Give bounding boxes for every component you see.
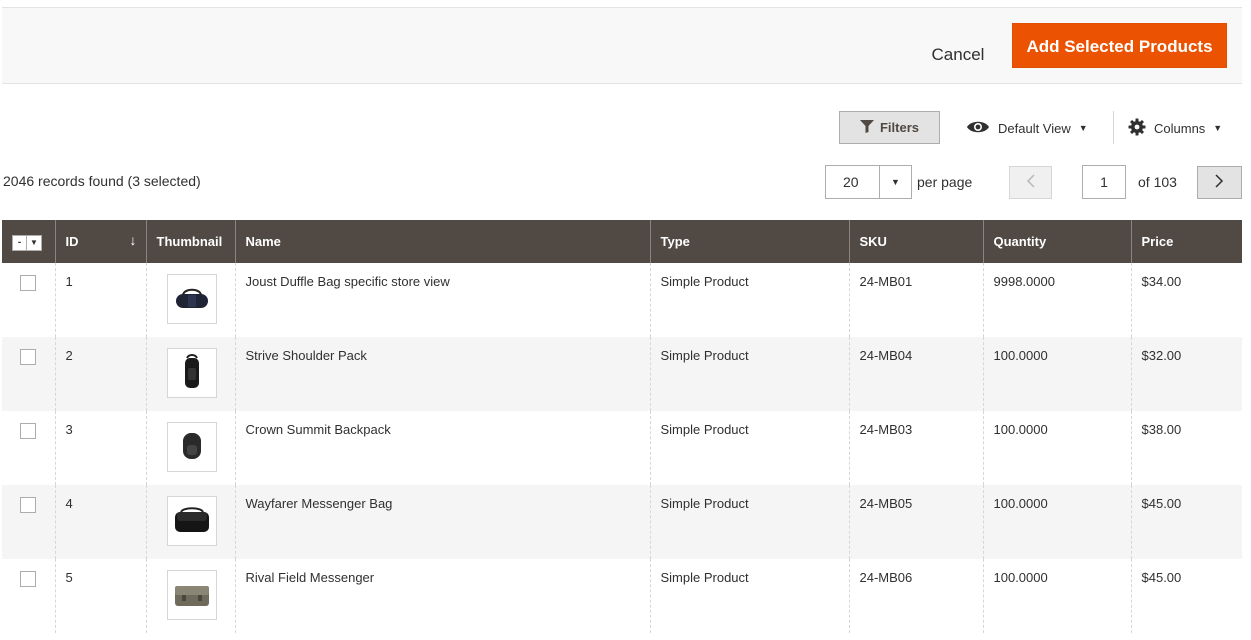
cell-sku: 24-MB05 xyxy=(848,485,983,559)
cell-id: 4 xyxy=(54,485,146,559)
product-thumbnail[interactable] xyxy=(166,422,217,472)
table-row[interactable]: 1 Joust Duffle Bag specific store view S… xyxy=(2,263,1242,337)
row-checkbox[interactable] xyxy=(20,275,36,291)
cell-price: $38.00 xyxy=(1130,411,1242,485)
column-header-label: Price xyxy=(1141,234,1174,249)
next-page-button[interactable] xyxy=(1197,166,1242,199)
filters-button[interactable]: Filters xyxy=(839,111,940,144)
row-checkbox[interactable] xyxy=(20,571,36,587)
columns-dropdown[interactable]: Columns ▼ xyxy=(1128,116,1222,140)
column-header-name[interactable]: Name xyxy=(234,220,650,263)
column-header-type[interactable]: Type xyxy=(649,220,849,263)
per-page-value: 20 xyxy=(843,174,859,190)
cell-sku: 24-MB03 xyxy=(848,411,983,485)
column-header-id[interactable]: ID ↓ xyxy=(54,220,146,263)
chevron-down-icon: ▼ xyxy=(891,177,900,187)
table-row[interactable]: 5 Rival Field Messenger Simple Product 2… xyxy=(2,559,1242,633)
per-page-label: per page xyxy=(917,174,973,190)
previous-page-button[interactable] xyxy=(1009,166,1052,199)
cell-quantity: 100.0000 xyxy=(982,411,1131,485)
gear-icon xyxy=(1128,118,1146,139)
cell-quantity: 9998.0000 xyxy=(982,263,1131,337)
row-checkbox[interactable] xyxy=(20,349,36,365)
column-header-sku[interactable]: SKU xyxy=(848,220,983,263)
cell-name: Joust Duffle Bag specific store view xyxy=(234,263,650,337)
column-header-label: Type xyxy=(660,234,690,249)
chevron-left-icon xyxy=(1026,172,1035,193)
view-label: Default View xyxy=(998,120,1071,136)
eye-icon xyxy=(966,120,990,137)
product-thumbnail[interactable] xyxy=(166,570,217,620)
cell-name: Crown Summit Backpack xyxy=(234,411,650,485)
cell-name: Strive Shoulder Pack xyxy=(234,337,650,411)
cell-quantity: 100.0000 xyxy=(982,485,1131,559)
duffle-bag-icon xyxy=(174,287,210,312)
toolbar-divider xyxy=(1113,111,1114,144)
column-header-price[interactable]: Price xyxy=(1130,220,1242,263)
cell-price: $34.00 xyxy=(1130,263,1242,337)
mass-select-symbol: - xyxy=(13,235,27,250)
grid-header-row: - ▼ ID ↓ Thumbnail Name Type SKU Quantit… xyxy=(2,220,1242,263)
row-checkbox[interactable] xyxy=(20,423,36,439)
cell-id: 2 xyxy=(54,337,146,411)
product-thumbnail[interactable] xyxy=(166,496,217,546)
chevron-down-icon: ▼ xyxy=(30,238,38,247)
cell-name: Wayfarer Messenger Bag xyxy=(234,485,650,559)
cell-quantity: 100.0000 xyxy=(982,559,1131,633)
cell-type: Simple Product xyxy=(649,411,849,485)
cell-sku: 24-MB06 xyxy=(848,559,983,633)
filters-label: Filters xyxy=(879,120,919,135)
chevron-right-icon xyxy=(1215,172,1224,193)
chevron-down-icon: ▼ xyxy=(1078,123,1088,133)
cell-type: Simple Product xyxy=(649,485,849,559)
cell-type: Simple Product xyxy=(649,263,849,337)
column-header-thumbnail: Thumbnail xyxy=(145,220,235,263)
records-count: 2046 records found (3 selected) xyxy=(3,173,201,189)
cancel-button[interactable]: Cancel xyxy=(920,32,996,76)
backpack-icon xyxy=(181,431,203,464)
messenger-bag-icon xyxy=(173,506,211,537)
cell-name: Rival Field Messenger xyxy=(234,559,650,633)
cell-price: $32.00 xyxy=(1130,337,1242,411)
cell-type: Simple Product xyxy=(649,559,849,633)
column-header-label: ID xyxy=(65,234,79,249)
table-row[interactable]: 3 Crown Summit Backpack Simple Product 2… xyxy=(2,411,1242,485)
per-page-toggle[interactable]: ▼ xyxy=(879,166,911,198)
cell-sku: 24-MB04 xyxy=(848,337,983,411)
mass-select-control[interactable]: - ▼ xyxy=(12,234,42,251)
sort-arrow-icon: ↓ xyxy=(129,232,137,248)
cell-id: 1 xyxy=(54,263,146,337)
column-header-label: SKU xyxy=(859,234,887,249)
cell-type: Simple Product xyxy=(649,337,849,411)
cell-sku: 24-MB01 xyxy=(848,263,983,337)
field-messenger-icon xyxy=(173,580,211,611)
table-row[interactable]: 2 Strive Shoulder Pack Simple Product 24… xyxy=(2,337,1242,411)
column-header-quantity[interactable]: Quantity xyxy=(982,220,1131,263)
cell-id: 5 xyxy=(54,559,146,633)
cell-price: $45.00 xyxy=(1130,485,1242,559)
column-header-label: Quantity xyxy=(993,234,1047,249)
product-thumbnail[interactable] xyxy=(166,274,217,324)
total-pages-label: of 103 xyxy=(1138,174,1177,190)
add-selected-products-button[interactable]: Add Selected Products xyxy=(1012,23,1227,68)
table-row[interactable]: 4 Wayfarer Messenger Bag Simple Product … xyxy=(2,485,1242,559)
product-grid: - ▼ ID ↓ Thumbnail Name Type SKU Quantit… xyxy=(2,220,1242,633)
cell-id: 3 xyxy=(54,411,146,485)
shoulder-pack-icon xyxy=(181,353,203,393)
cell-quantity: 100.0000 xyxy=(982,337,1131,411)
modal-action-bar: Cancel Add Selected Products xyxy=(2,7,1242,84)
column-header-label: Name xyxy=(245,234,281,249)
columns-label: Columns xyxy=(1154,120,1206,136)
product-thumbnail[interactable] xyxy=(166,348,217,398)
per-page-select[interactable]: 20 ▼ xyxy=(825,165,912,199)
row-checkbox[interactable] xyxy=(20,497,36,513)
chevron-down-icon: ▼ xyxy=(1213,123,1223,133)
cell-price: $45.00 xyxy=(1130,559,1242,633)
filter-funnel-icon xyxy=(859,119,874,136)
view-dropdown[interactable]: Default View ▼ xyxy=(966,116,1088,140)
mass-select-header[interactable]: - ▼ xyxy=(2,220,55,263)
column-header-label: Thumbnail xyxy=(156,234,223,249)
current-page-input[interactable] xyxy=(1082,165,1126,199)
